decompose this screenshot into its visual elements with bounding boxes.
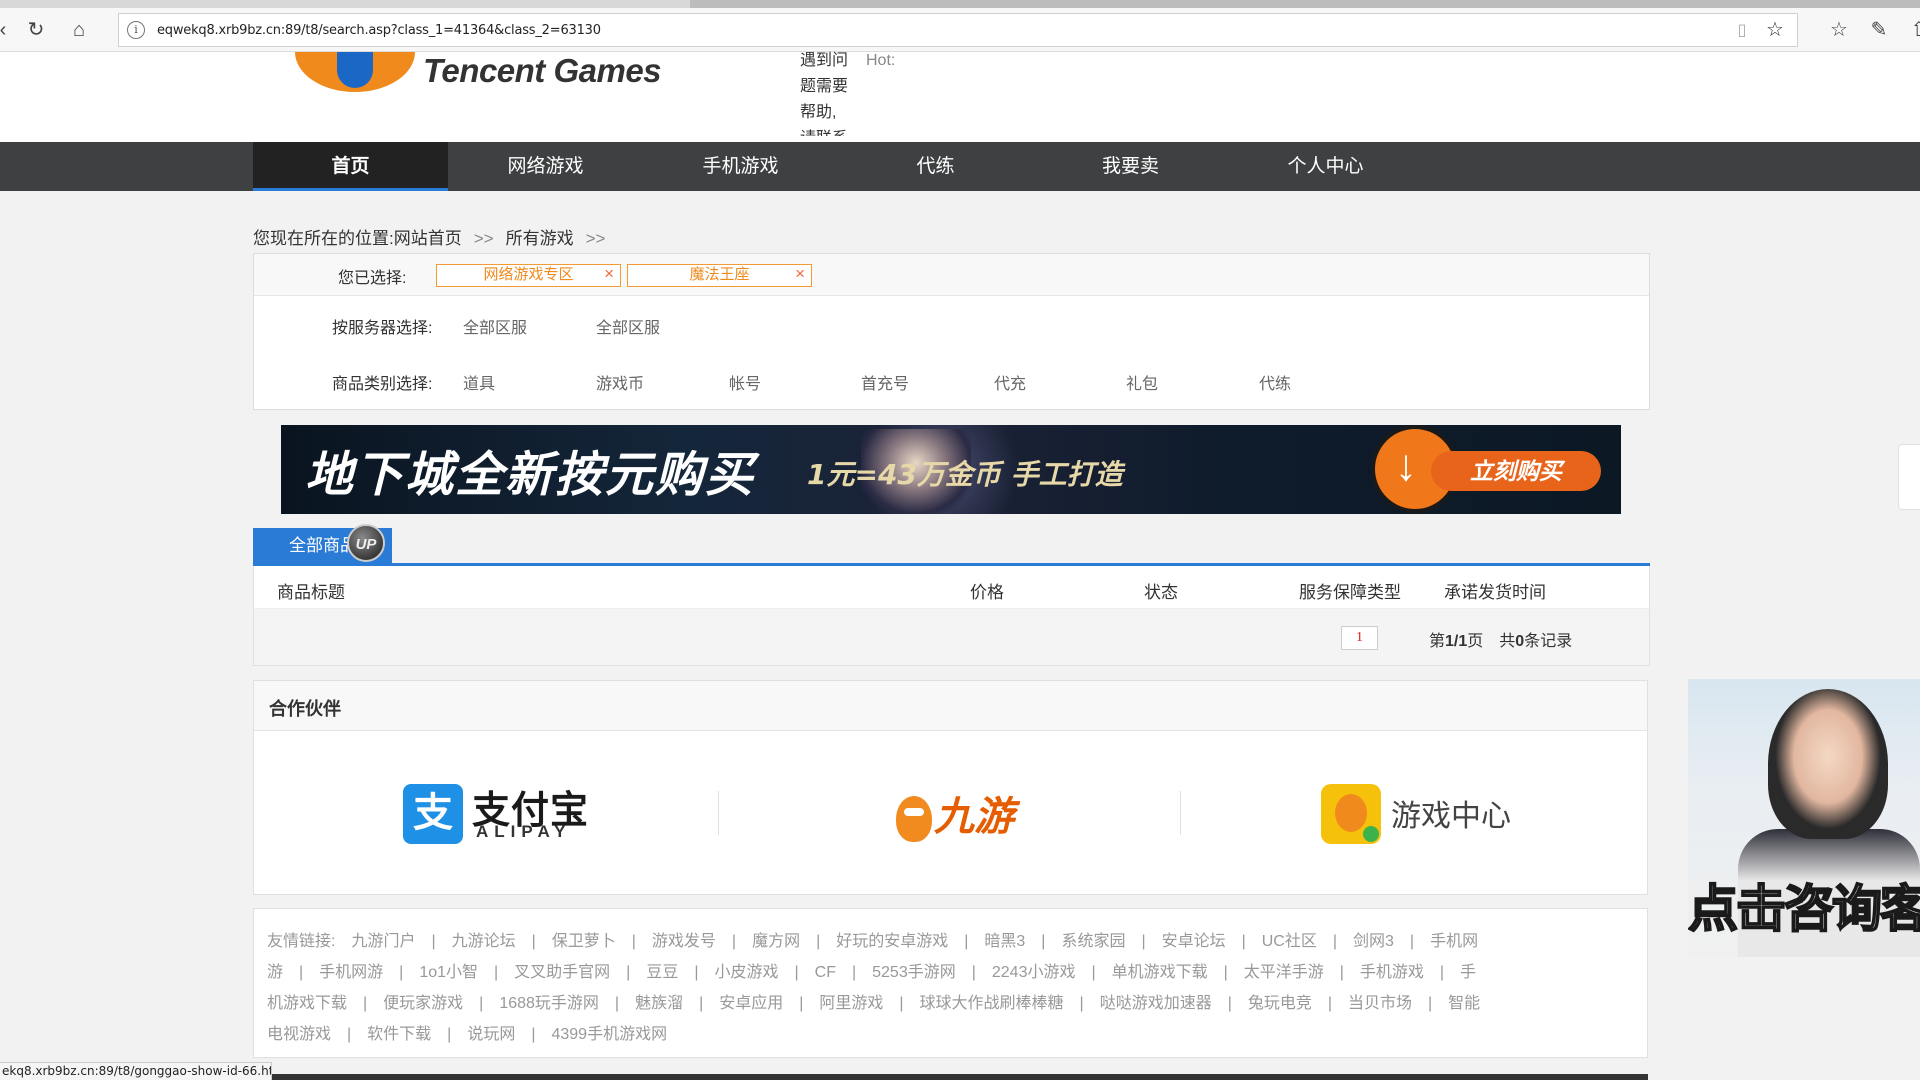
friend-links-line[interactable]: 电视游戏 | 软件下载 | 说玩网 | 4399手机游戏网 <box>267 1020 667 1044</box>
logo-text[interactable]: Tencent Games <box>423 52 662 90</box>
site-header: Tencent Games 遇到问 题需要 帮助, 请联系 Hot: <box>0 52 1920 142</box>
favorite-star-icon[interactable]: ☆ <box>1763 18 1787 42</box>
server-option[interactable]: 全部区服 <box>596 314 660 338</box>
notice-line: 遇到问 <box>800 52 849 69</box>
breadcrumb-current-link[interactable]: 所有游戏 <box>506 229 574 248</box>
partners-title: 合作伙伴 <box>269 699 341 719</box>
browser-toolbar: ‹ ↻ ⌂ i eqwekq8.xrb9bz.cn:89/t8/search.a… <box>0 8 1920 52</box>
product-tabbar: 全部商品 UP <box>253 524 1650 566</box>
nav-item-sell[interactable]: 我要卖 <box>1033 142 1228 191</box>
category-option[interactable]: 道具 <box>463 370 495 394</box>
up-badge-icon: UP <box>347 524 385 562</box>
bottom-bar <box>272 1074 1648 1080</box>
category-option[interactable]: 帐号 <box>729 370 761 394</box>
game-center-icon[interactable] <box>1321 784 1381 844</box>
friend-links-line[interactable]: 友情链接: 九游门户 | 九游论坛 | 保卫萝卜 | 游戏发号 | 魔方网 | … <box>267 927 1478 951</box>
share-icon[interactable]: ⇧ <box>1906 17 1920 43</box>
breadcrumb-prefix: 您现在所在的位置: <box>253 229 394 248</box>
nav-item-user-center[interactable]: 个人中心 <box>1228 142 1423 191</box>
reading-view-icon[interactable]: ▯ <box>1731 20 1753 42</box>
status-bar-url: ekq8.xrb9bz.cn:89/t8/gonggao-show-id-66.… <box>0 1062 272 1080</box>
alipay-icon[interactable]: 支 <box>403 784 463 844</box>
notice-text: 遇到问 题需要 帮助, 请联系 <box>800 48 858 136</box>
jiuyou-logo[interactable]: 九游 <box>896 784 1014 842</box>
col-delivery-time[interactable]: 承诺发货时间 <box>1444 578 1546 603</box>
category-option[interactable]: 首充号 <box>861 370 909 394</box>
service-agent-image <box>1768 689 1888 839</box>
alipay-logo-en[interactable]: ALIPAY <box>476 822 572 842</box>
selected-filters-row: 您已选择: 网络游戏专区 × 魔法王座 × <box>254 254 1649 296</box>
filter-panel: 您已选择: 网络游戏专区 × 魔法王座 × 按服务器选择: 全部区服 全部区服 … <box>253 253 1650 410</box>
back-icon[interactable]: ‹ <box>0 17 16 43</box>
col-guarantee[interactable]: 服务保障类型 <box>1299 578 1401 603</box>
notice-line: 请联系 <box>800 126 858 136</box>
friend-links: 友情链接: 九游门户 | 九游论坛 | 保卫萝卜 | 游戏发号 | 魔方网 | … <box>253 908 1648 1058</box>
filter-chip-label: 网络游戏专区 <box>483 266 574 283</box>
category-option[interactable]: 游戏币 <box>596 370 644 394</box>
friend-links-line[interactable]: 游 | 手机网游 | 1o1小智 | 叉叉助手官网 | 豆豆 | 小皮游戏 | … <box>267 958 1476 982</box>
nav-item-home[interactable]: 首页 <box>253 142 448 191</box>
browser-tab[interactable] <box>0 0 690 8</box>
server-label: 按服务器选择: <box>332 320 433 337</box>
banner-main-text: 地下城全新按元购买 <box>305 447 756 503</box>
browser-tab-strip <box>0 0 1920 8</box>
col-title[interactable]: 商品标题 <box>277 578 345 603</box>
customer-service-widget[interactable]: 点击咨询客 <box>1688 679 1920 957</box>
nav-item-online-games[interactable]: 网络游戏 <box>448 142 643 191</box>
partners-header: 合作伙伴 <box>254 681 1647 731</box>
favorites-icon[interactable]: ☆ <box>1826 17 1852 43</box>
promo-banner[interactable]: 地下城全新按元购买 1元=43万金币 手工打造 ↓ 立刻购买 <box>281 425 1621 514</box>
breadcrumb: 您现在所在的位置:网站首页 >> 所有游戏 >> <box>253 224 617 249</box>
server-option[interactable]: 全部区服 <box>463 314 527 338</box>
close-icon[interactable]: × <box>795 264 805 284</box>
notice-line: 题需要 <box>800 78 849 95</box>
close-icon[interactable]: × <box>604 264 614 284</box>
filter-chip-label: 魔法王座 <box>689 266 750 283</box>
category-option[interactable]: 代练 <box>1259 370 1291 394</box>
url-text[interactable]: eqwekq8.xrb9bz.cn:89/t8/search.asp?class… <box>157 23 601 38</box>
notice-line: 帮助, <box>800 104 837 121</box>
address-bar[interactable]: i eqwekq8.xrb9bz.cn:89/t8/search.asp?cla… <box>118 13 1798 47</box>
filter-chip[interactable]: 网络游戏专区 × <box>436 264 621 287</box>
category-label: 商品类别选择: <box>332 376 433 393</box>
friend-links-line[interactable]: 机游戏下载 | 便玩家游戏 | 1688玩手游网 | 魅族溜 | 安卓应用 | … <box>267 989 1480 1013</box>
nav-item-boosting[interactable]: 代练 <box>838 142 1033 191</box>
partners-panel: 合作伙伴 支 支付宝 ALIPAY 九游 游戏中心 <box>253 680 1648 895</box>
banner-sub-text: 1元=43万金币 手工打造 <box>807 458 1123 491</box>
side-tab[interactable] <box>1898 444 1920 510</box>
info-icon[interactable]: i <box>127 21 145 39</box>
product-table: 商品标题 价格 状态 服务保障类型 承诺发货时间 1 第1/1页 共0条记录 <box>253 566 1650 666</box>
pagination-row: 1 第1/1页 共0条记录 <box>254 609 1649 665</box>
home-icon[interactable]: ⌂ <box>66 17 92 43</box>
refresh-icon[interactable]: ↻ <box>23 17 49 43</box>
buy-now-button[interactable]: 立刻购买 <box>1431 451 1601 491</box>
tencent-games-logo-icon[interactable] <box>295 52 415 92</box>
browser-tab[interactable] <box>690 0 1920 8</box>
breadcrumb-separator: >> <box>585 229 606 248</box>
consult-text[interactable]: 点击咨询客 <box>1688 869 1920 941</box>
breadcrumb-separator: >> <box>473 229 494 248</box>
breadcrumb-home-link[interactable]: 网站首页 <box>394 229 462 248</box>
filter-chip[interactable]: 魔法王座 × <box>627 264 812 287</box>
category-option[interactable]: 礼包 <box>1126 370 1158 394</box>
page-number-button[interactable]: 1 <box>1341 626 1378 650</box>
col-status[interactable]: 状态 <box>1144 578 1178 603</box>
pen-icon[interactable]: ✎ <box>1866 17 1892 43</box>
main-nav: 首页 网络游戏 手机游戏 代练 我要卖 个人中心 <box>0 142 1920 191</box>
col-price[interactable]: 价格 <box>970 578 1004 603</box>
game-center-text[interactable]: 游戏中心 <box>1391 791 1511 835</box>
hot-label: Hot: <box>866 52 896 69</box>
jiuyou-mascot-icon <box>896 796 932 842</box>
category-option[interactable]: 代充 <box>994 370 1026 394</box>
selected-label: 您已选择: <box>338 270 407 287</box>
nav-item-mobile-games[interactable]: 手机游戏 <box>643 142 838 191</box>
page-info: 第1/1页 共0条记录 <box>1429 633 1573 650</box>
table-header: 商品标题 价格 状态 服务保障类型 承诺发货时间 <box>254 566 1649 609</box>
